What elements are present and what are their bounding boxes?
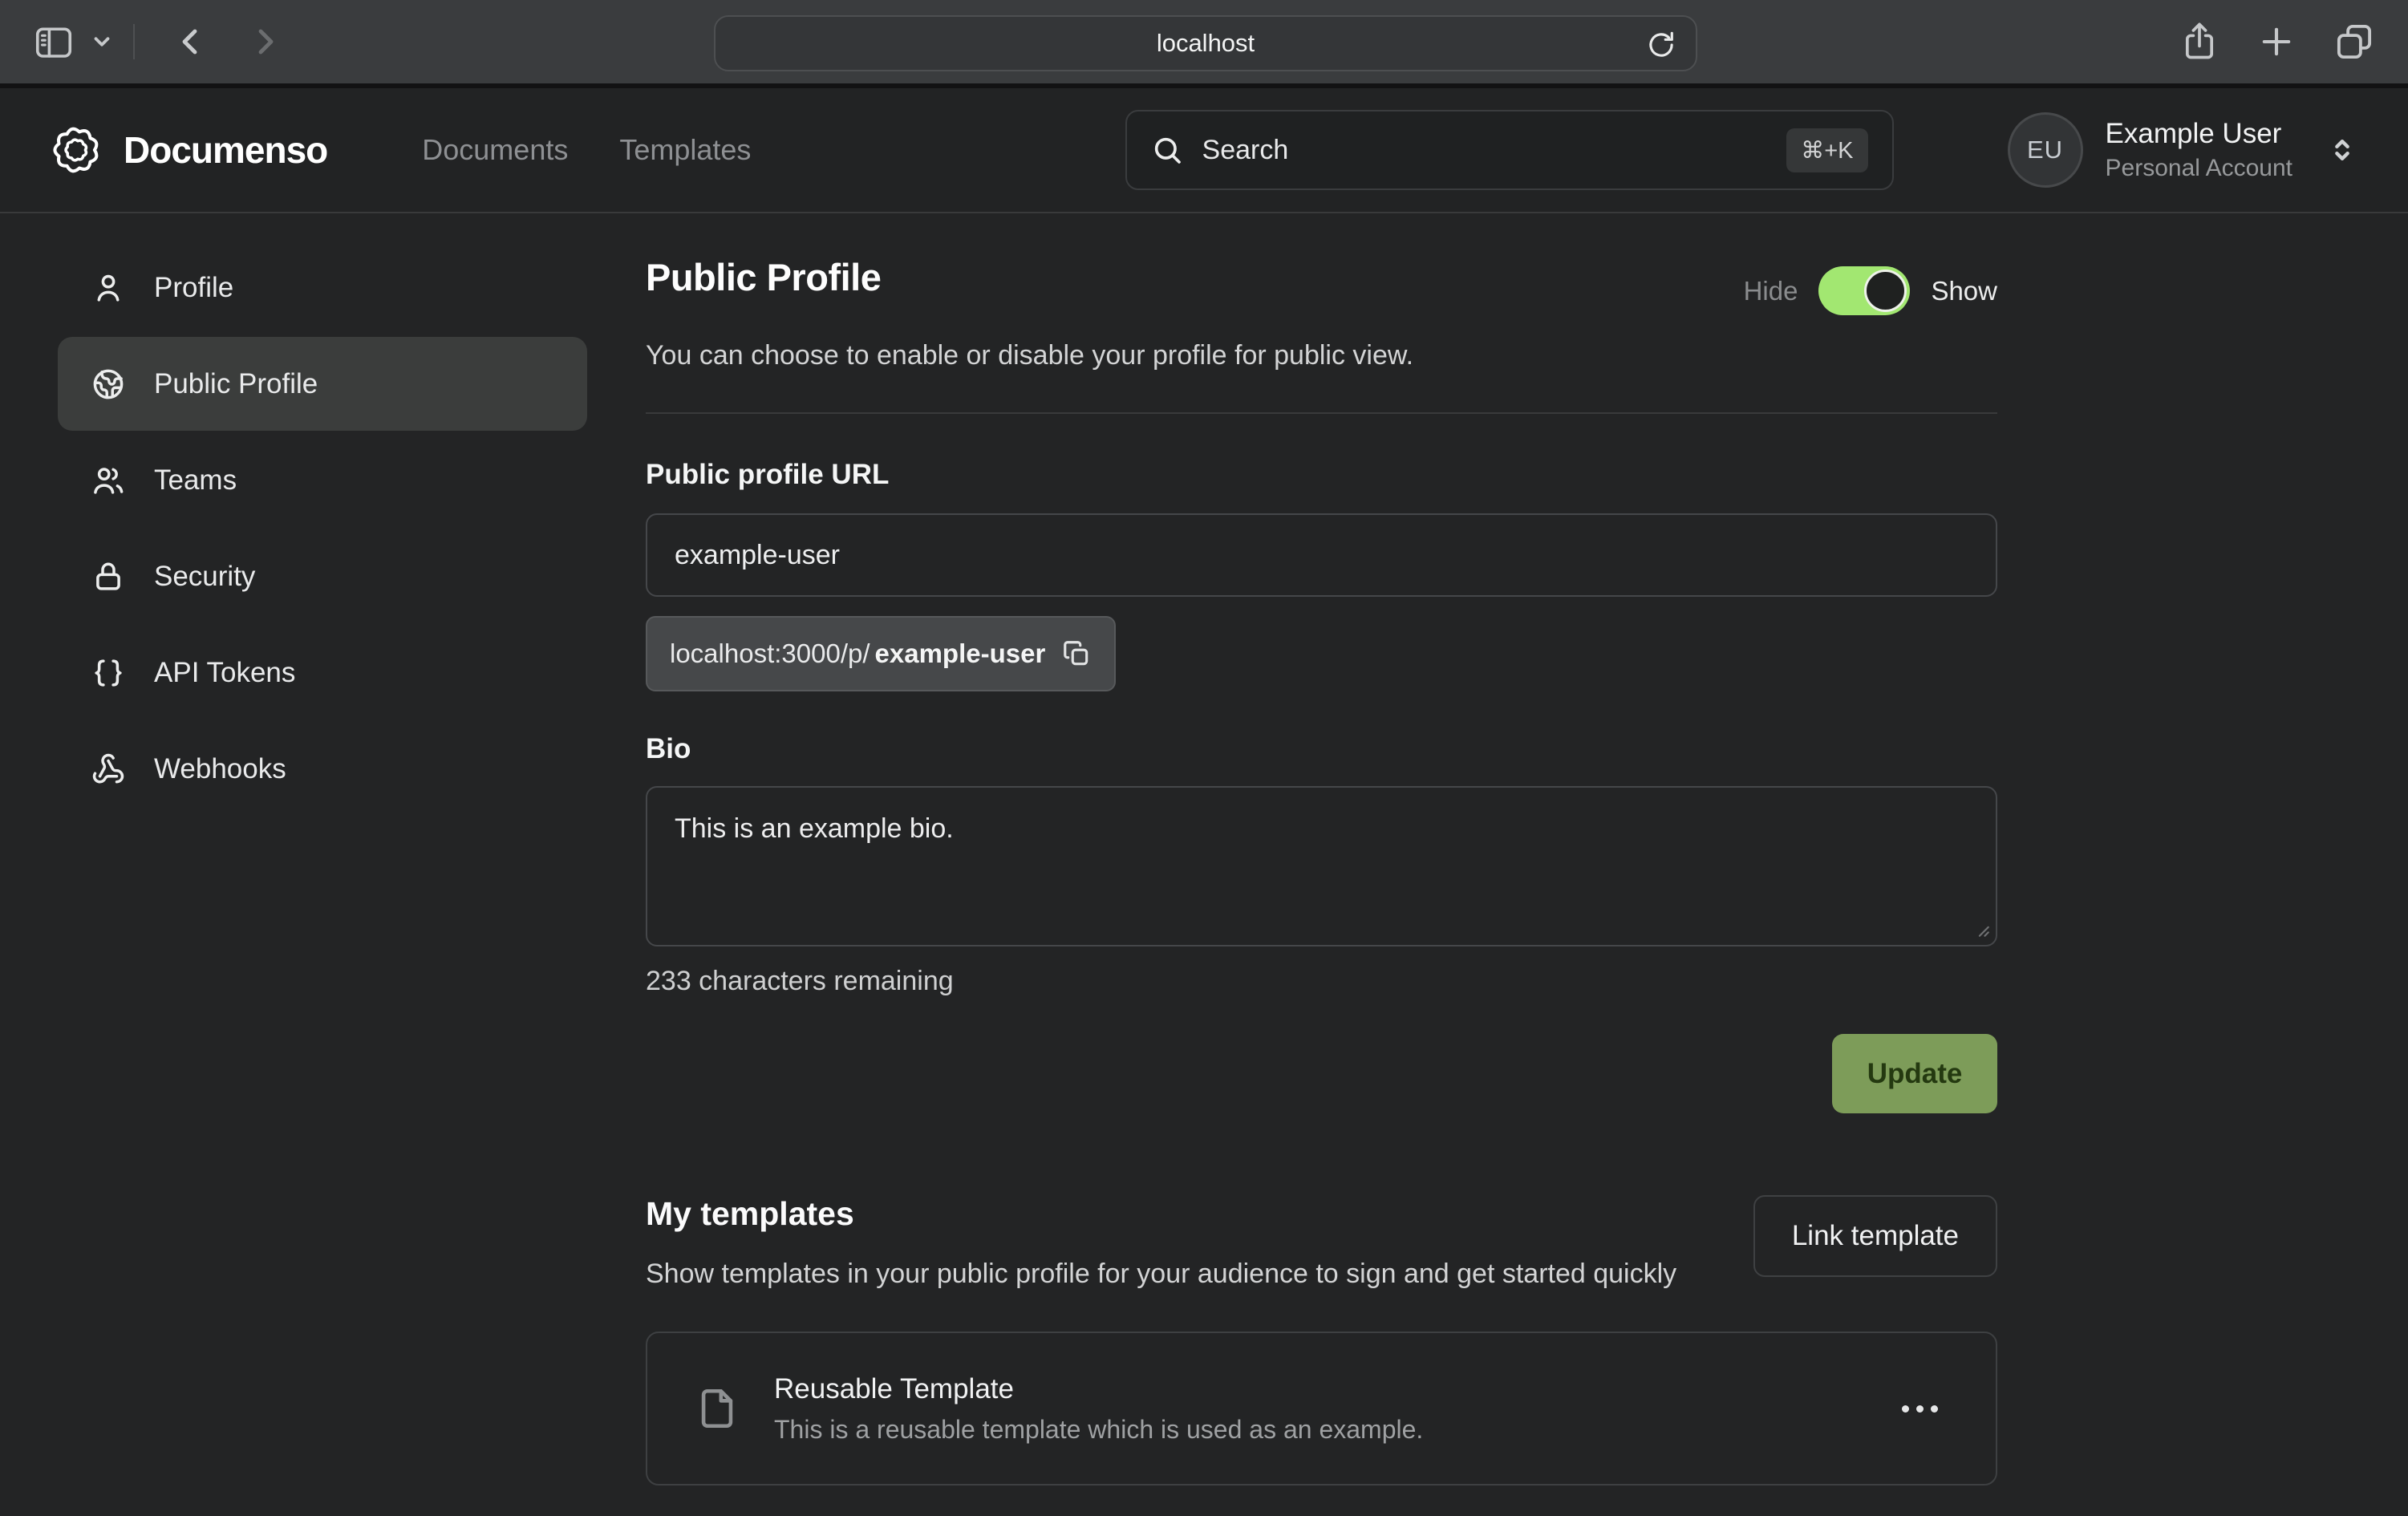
bio-field-label: Bio: [646, 733, 1997, 765]
braces-icon: [91, 656, 125, 690]
profile-url-prefix: localhost:3000/p/: [670, 638, 870, 669]
brand-logo[interactable]: Documenso: [50, 124, 327, 176]
account-menu[interactable]: EU Example User Personal Account: [2008, 112, 2358, 188]
toolbar-chevron-down-icon[interactable]: [90, 30, 114, 54]
account-name: Example User: [2106, 118, 2292, 150]
sidebar-item-webhooks[interactable]: Webhooks: [58, 722, 587, 816]
sidebar-item-api-tokens[interactable]: API Tokens: [58, 626, 587, 719]
template-options-ellipsis-icon[interactable]: [1891, 1394, 1949, 1424]
share-icon[interactable]: [2179, 21, 2220, 63]
account-type: Personal Account: [2106, 155, 2292, 182]
link-template-button[interactable]: Link template: [1753, 1195, 1997, 1277]
globe-icon: [91, 367, 125, 401]
page-title: Public Profile: [646, 255, 881, 299]
template-card-description: This is a reusable template which is use…: [774, 1415, 1423, 1445]
brand-name: Documenso: [124, 128, 327, 172]
chevrons-up-down-icon: [2326, 134, 2358, 166]
lock-icon: [91, 560, 125, 594]
profile-visibility-toggle-group: Hide Show: [1744, 266, 1997, 315]
url-field-label: Public profile URL: [646, 459, 1997, 491]
divider: [646, 412, 1997, 414]
my-templates-title: My templates: [646, 1195, 1676, 1233]
toggle-show-label: Show: [1931, 276, 1997, 306]
documenso-logo-icon: [50, 124, 103, 176]
nav-templates[interactable]: Templates: [619, 133, 751, 167]
sidebar-item-label: Teams: [154, 464, 237, 497]
public-profile-url-input[interactable]: [646, 513, 1997, 597]
my-templates-description: Show templates in your public profile fo…: [646, 1254, 1676, 1295]
sidebar-item-teams[interactable]: Teams: [58, 433, 587, 527]
sidebar-item-security[interactable]: Security: [58, 529, 587, 623]
resize-grip-icon[interactable]: [1970, 918, 1991, 938]
toolbar-divider: [133, 24, 135, 59]
copy-icon[interactable]: [1061, 638, 1092, 669]
sidebar-item-label: Webhooks: [154, 753, 286, 785]
update-button[interactable]: Update: [1832, 1034, 1997, 1113]
settings-sidebar: Profile Public Profile Teams: [0, 213, 594, 1486]
bio-textarea[interactable]: This is an example bio.: [646, 786, 1997, 946]
characters-remaining: 233 characters remaining: [646, 966, 1997, 997]
address-text: localhost: [1157, 29, 1255, 58]
profile-visibility-switch[interactable]: [1818, 266, 1910, 315]
section-description: You can choose to enable or disable your…: [646, 336, 1997, 375]
sidebar-item-profile[interactable]: Profile: [58, 241, 587, 334]
switch-knob: [1864, 270, 1907, 312]
webhook-icon: [91, 752, 125, 786]
sidebar-item-label: API Tokens: [154, 657, 295, 689]
users-icon: [91, 464, 125, 497]
tab-overview-icon[interactable]: [2333, 20, 2376, 63]
forward-button-icon[interactable]: [245, 22, 284, 61]
profile-url-slug: example-user: [875, 638, 1046, 669]
user-icon: [91, 271, 125, 305]
top-navigation: Documents Templates: [422, 133, 751, 167]
file-icon: [694, 1385, 740, 1432]
search-placeholder: Search: [1202, 135, 1289, 166]
search-input[interactable]: Search ⌘+K: [1125, 110, 1894, 190]
new-tab-icon[interactable]: [2256, 21, 2297, 63]
app-header: Documenso Documents Templates Search ⌘+K…: [0, 88, 2408, 213]
main-content: Public Profile Hide Show You can choose …: [646, 213, 1997, 1486]
search-icon: [1151, 134, 1183, 166]
search-shortcut-badge: ⌘+K: [1786, 128, 1867, 172]
sidebar-item-label: Public Profile: [154, 368, 318, 400]
sidebar-item-public-profile[interactable]: Public Profile: [58, 337, 587, 431]
nav-documents[interactable]: Documents: [422, 133, 568, 167]
sidebar-item-label: Profile: [154, 272, 233, 304]
address-bar[interactable]: localhost: [714, 15, 1697, 71]
back-button-icon[interactable]: [172, 22, 210, 61]
profile-url-preview-chip[interactable]: localhost:3000/p/example-user: [646, 616, 1116, 691]
sidebar-item-label: Security: [154, 561, 255, 593]
avatar: EU: [2008, 112, 2083, 188]
template-card-title: Reusable Template: [774, 1373, 1423, 1405]
refresh-icon[interactable]: [1644, 28, 1678, 62]
toggle-hide-label: Hide: [1744, 276, 1798, 306]
browser-toolbar: localhost: [0, 0, 2408, 88]
sidebar-toggle-icon[interactable]: [32, 20, 75, 63]
template-card: Reusable Template This is a reusable tem…: [646, 1332, 1997, 1486]
